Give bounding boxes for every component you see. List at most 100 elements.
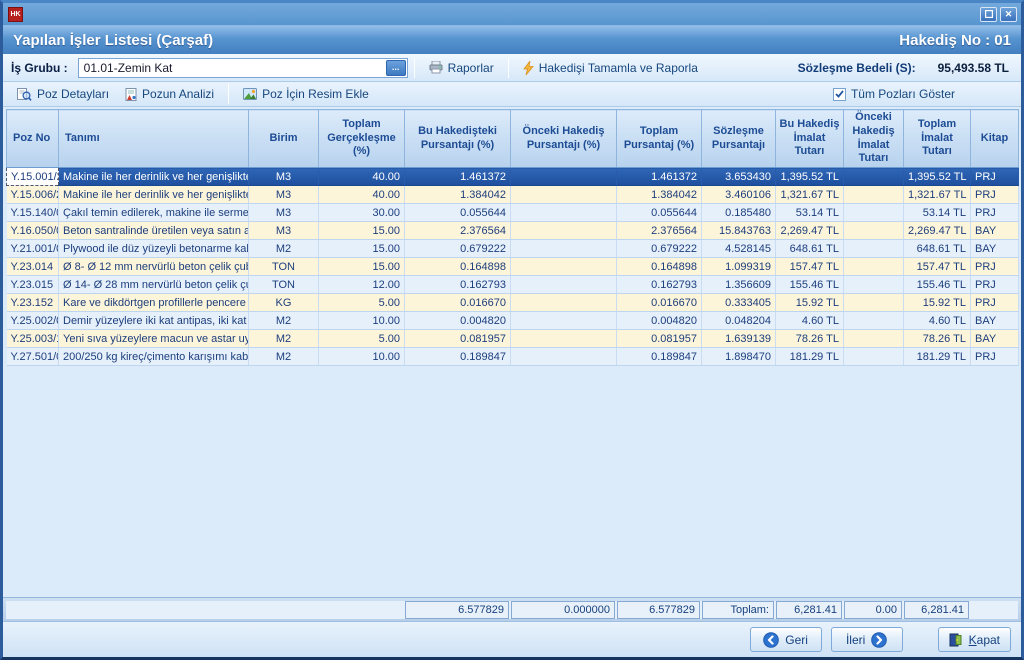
column-header-2[interactable]: Tanımı — [59, 110, 249, 168]
table-cell[interactable]: 2,269.47 TL — [904, 222, 971, 240]
table-cell[interactable]: PRJ — [971, 294, 1019, 312]
kapat-button[interactable]: Kapat — [938, 627, 1011, 652]
table-cell[interactable]: 0.004820 — [617, 312, 702, 330]
table-row[interactable]: Y.27.501/02200/250 kg kireç/çimento karı… — [7, 348, 1019, 366]
column-header-8[interactable]: Sözleşme Pursantajı — [702, 110, 776, 168]
table-cell[interactable]: 0.048204 — [702, 312, 776, 330]
table-cell[interactable]: 0.164898 — [405, 258, 511, 276]
table-row[interactable]: Y.23.015Ø 14- Ø 28 mm nervürlü beton çel… — [7, 276, 1019, 294]
table-cell[interactable]: 0.679222 — [405, 240, 511, 258]
table-cell[interactable]: 155.46 TL — [776, 276, 844, 294]
table-cell[interactable] — [511, 168, 617, 186]
is-grubu-combobox[interactable]: 01.01-Zemin Kat ... — [78, 58, 408, 78]
maximize-button[interactable] — [980, 7, 997, 22]
table-cell[interactable]: 1,395.52 TL — [904, 168, 971, 186]
table-cell[interactable]: 15.92 TL — [904, 294, 971, 312]
table-row[interactable]: Y.15.140/04Çakıl temin edilerek, makine … — [7, 204, 1019, 222]
table-cell[interactable]: Y.15.140/04 — [7, 204, 59, 222]
column-header-9[interactable]: Bu Hakediş İmalat Tutarı — [776, 110, 844, 168]
table-cell[interactable]: M2 — [249, 240, 319, 258]
table-cell[interactable]: Y.21.001/03 — [7, 240, 59, 258]
table-cell[interactable]: PRJ — [971, 348, 1019, 366]
close-button[interactable]: ✕ — [1000, 7, 1017, 22]
table-cell[interactable]: 53.14 TL — [904, 204, 971, 222]
table-cell[interactable]: 1.639139 — [702, 330, 776, 348]
table-cell[interactable]: 0.185480 — [702, 204, 776, 222]
table-cell[interactable]: Makine ile her derinlik ve her genişlikt… — [59, 168, 249, 186]
table-cell[interactable]: Makine ile her derinlik ve her genişlikt… — [59, 186, 249, 204]
table-cell[interactable]: 5.00 — [319, 330, 405, 348]
table-cell[interactable]: 1.898470 — [702, 348, 776, 366]
table-cell[interactable]: 200/250 kg kireç/çimento karışımı kaba — [59, 348, 249, 366]
table-cell[interactable]: PRJ — [971, 168, 1019, 186]
table-cell[interactable]: TON — [249, 258, 319, 276]
table-cell[interactable]: 1.099319 — [702, 258, 776, 276]
table-cell[interactable]: 15.00 — [319, 222, 405, 240]
table-cell[interactable]: 0.055644 — [405, 204, 511, 222]
table-cell[interactable] — [511, 276, 617, 294]
table-cell[interactable]: 648.61 TL — [776, 240, 844, 258]
table-cell[interactable]: Y.16.050/04 — [7, 222, 59, 240]
poz-detaylari-button[interactable]: Poz Detayları — [9, 85, 117, 103]
table-cell[interactable]: M2 — [249, 330, 319, 348]
table-cell[interactable]: 0.081957 — [405, 330, 511, 348]
table-cell[interactable]: Y.23.014 — [7, 258, 59, 276]
table-cell[interactable]: M2 — [249, 312, 319, 330]
column-header-3[interactable]: Birim — [249, 110, 319, 168]
table-cell[interactable]: 648.61 TL — [904, 240, 971, 258]
table-row[interactable]: Y.23.014Ø 8- Ø 12 mm nervürlü beton çeli… — [7, 258, 1019, 276]
table-cell[interactable]: 12.00 — [319, 276, 405, 294]
table-cell[interactable] — [844, 240, 904, 258]
table-cell[interactable]: PRJ — [971, 186, 1019, 204]
table-cell[interactable]: Y.23.152 — [7, 294, 59, 312]
table-cell[interactable]: 40.00 — [319, 168, 405, 186]
table-cell[interactable]: 1,395.52 TL — [776, 168, 844, 186]
table-cell[interactable]: 1,321.67 TL — [776, 186, 844, 204]
table-cell[interactable] — [511, 348, 617, 366]
table-cell[interactable]: 10.00 — [319, 348, 405, 366]
table-cell[interactable]: 0.189847 — [405, 348, 511, 366]
table-cell[interactable]: 0.162793 — [617, 276, 702, 294]
table-cell[interactable] — [511, 222, 617, 240]
table-cell[interactable]: Y.23.015 — [7, 276, 59, 294]
table-cell[interactable]: 0.055644 — [617, 204, 702, 222]
column-header-7[interactable]: Toplam Pursantaj (%) — [617, 110, 702, 168]
table-cell[interactable]: 1.384042 — [405, 186, 511, 204]
table-cell[interactable]: KG — [249, 294, 319, 312]
table-cell[interactable]: 1.384042 — [617, 186, 702, 204]
table-cell[interactable]: 4.528145 — [702, 240, 776, 258]
table-cell[interactable]: Y.15.006/2B — [7, 186, 59, 204]
table-cell[interactable]: 2,269.47 TL — [776, 222, 844, 240]
table-cell[interactable] — [511, 204, 617, 222]
table-cell[interactable]: 0.004820 — [405, 312, 511, 330]
table-cell[interactable]: 4.60 TL — [904, 312, 971, 330]
table-cell[interactable]: 53.14 TL — [776, 204, 844, 222]
table-cell[interactable] — [511, 258, 617, 276]
table-cell[interactable] — [844, 348, 904, 366]
table-cell[interactable]: BAY — [971, 312, 1019, 330]
table-cell[interactable]: 157.47 TL — [904, 258, 971, 276]
table-cell[interactable] — [844, 330, 904, 348]
table-cell[interactable]: 15.843763 — [702, 222, 776, 240]
table-cell[interactable] — [844, 276, 904, 294]
table-cell[interactable]: 0.679222 — [617, 240, 702, 258]
column-header-10[interactable]: Önceki Hakediş İmalat Tutarı — [844, 110, 904, 168]
table-cell[interactable]: 40.00 — [319, 186, 405, 204]
is-grubu-browse-button[interactable]: ... — [386, 60, 406, 76]
table-cell[interactable]: M3 — [249, 168, 319, 186]
raporlar-button[interactable]: Raporlar — [421, 59, 502, 77]
table-cell[interactable]: PRJ — [971, 276, 1019, 294]
table-cell[interactable]: Kare ve dikdörtgen profillerle pencere y — [59, 294, 249, 312]
table-cell[interactable]: Y.15.001/2B — [7, 168, 59, 186]
tum-pozlari-goster-checkbox[interactable]: Tüm Pozları Göster — [833, 87, 1015, 101]
table-cell[interactable]: PRJ — [971, 204, 1019, 222]
table-cell[interactable] — [844, 186, 904, 204]
table-cell[interactable]: Y.25.003/17 — [7, 330, 59, 348]
table-cell[interactable]: Demir yüzeylere iki kat antipas, iki kat… — [59, 312, 249, 330]
table-row[interactable]: Y.25.002/02Demir yüzeylere iki kat antip… — [7, 312, 1019, 330]
table-cell[interactable] — [511, 312, 617, 330]
table-row[interactable]: Y.21.001/03Plywood ile düz yüzeyli beton… — [7, 240, 1019, 258]
table-cell[interactable]: 0.189847 — [617, 348, 702, 366]
table-cell[interactable]: 1.461372 — [617, 168, 702, 186]
table-row[interactable]: Y.15.001/2BMakine ile her derinlik ve he… — [7, 168, 1019, 186]
